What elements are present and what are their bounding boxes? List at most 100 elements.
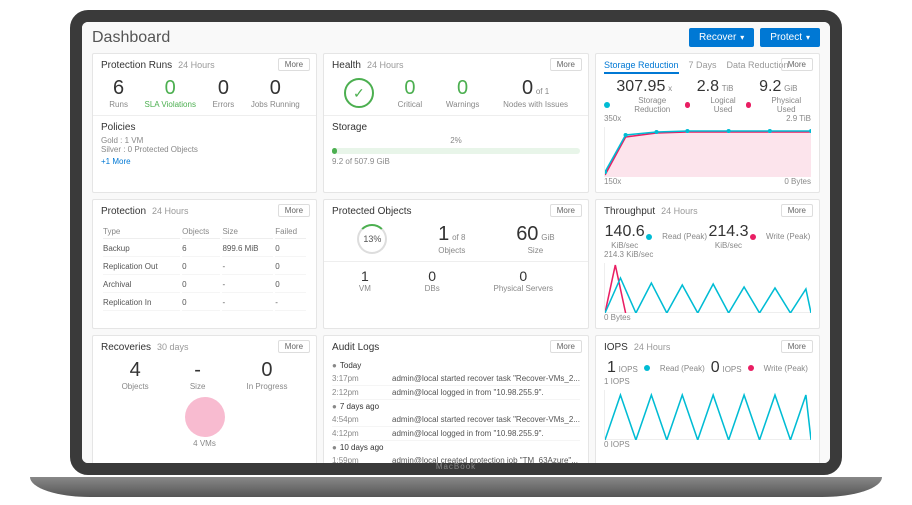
- protected-objects-card: More Protected Objects 13% 1 of 8Objects…: [323, 199, 589, 329]
- y-right-min: 0 Bytes: [784, 177, 811, 186]
- health-card: More Health 24 Hours ✓ 0Critical 0Warnin…: [323, 53, 589, 193]
- card-period: 24 Hours: [367, 60, 404, 70]
- more-button[interactable]: More: [781, 340, 813, 353]
- check-icon: ✓: [344, 78, 374, 108]
- percent-ring-icon: 13%: [357, 224, 387, 254]
- write-legend: Write (Peak): [750, 223, 810, 250]
- protect-button[interactable]: Protect: [760, 28, 820, 47]
- protection-card: More Protection 24 Hours Type Objects Si…: [92, 199, 317, 329]
- more-policies-link[interactable]: +1 More: [101, 157, 308, 166]
- more-button[interactable]: More: [278, 340, 310, 353]
- card-title: Recoveries: [101, 342, 151, 353]
- log-group-label: ●Today: [332, 359, 580, 372]
- policies-title: Policies: [101, 122, 308, 133]
- log-row[interactable]: 3:17pmadmin@local started recover task "…: [332, 372, 580, 386]
- read-stat: 140.6KiB/sec: [605, 223, 645, 250]
- table-row: Archival0-0: [103, 277, 306, 293]
- log-row[interactable]: 4:12pmadmin@local logged in from "10.98.…: [332, 427, 580, 441]
- physical-servers-stat: 0Physical Servers: [493, 268, 553, 293]
- card-period: 30 days: [157, 342, 189, 352]
- more-button[interactable]: More: [550, 204, 582, 217]
- policy-gold: Gold : 1 VM: [101, 136, 308, 145]
- more-button[interactable]: More: [550, 340, 582, 353]
- db-stat: 0DBs: [425, 268, 440, 293]
- recover-button[interactable]: Recover: [689, 28, 754, 47]
- protection-table: Type Objects Size Failed Backup6899.6 Mi…: [101, 223, 308, 313]
- sla-stat: 0SLA Violations: [145, 77, 196, 109]
- card-period: 24 Hours: [178, 60, 215, 70]
- card-title: Health: [332, 60, 361, 71]
- recoveries-legend: 4 VMs: [101, 439, 308, 448]
- col-size: Size: [222, 225, 273, 239]
- y-min: 0 Bytes: [604, 313, 811, 322]
- critical-stat: 0Critical: [398, 77, 422, 109]
- card-title: Protection Runs: [101, 60, 172, 71]
- y-left-max: 350x: [604, 114, 621, 123]
- read-iops-stat: 1 IOPS: [607, 359, 638, 377]
- table-row: Replication Out0-0: [103, 259, 306, 275]
- iops-chart: [604, 390, 811, 440]
- y-left-min: 150x: [604, 177, 621, 186]
- more-button[interactable]: More: [550, 58, 582, 71]
- policy-silver: Silver : 0 Protected Objects: [101, 145, 308, 154]
- size-stat: 60 GiBSize: [516, 223, 554, 255]
- size-stat: -Size: [190, 359, 206, 391]
- storage-reduction-card: More Storage Reduction 7 Days Data Reduc…: [595, 53, 820, 193]
- audit-logs-card: More Audit Logs ●Today3:17pmadmin@local …: [323, 335, 589, 463]
- read-legend: Read (Peak): [646, 223, 707, 250]
- reduction-chart: [604, 127, 811, 177]
- log-group-label: ●10 days ago: [332, 441, 580, 454]
- physical-stat: 9.2 GiBPhysical Used: [746, 78, 811, 114]
- card-title: Protection: [101, 206, 146, 217]
- logical-stat: 2.8 TiBLogical Used: [685, 78, 746, 114]
- card-title: Audit Logs: [332, 342, 379, 353]
- write-legend: Write (Peak): [748, 359, 808, 377]
- page-title: Dashboard: [92, 29, 170, 47]
- warnings-stat: 0Warnings: [446, 77, 480, 109]
- throughput-card: More Throughput 24 Hours 140.6KiB/sec Re…: [595, 199, 820, 329]
- recoveries-pie-icon: [185, 397, 225, 437]
- nodes-stat: 0 of 1Nodes with Issues: [503, 77, 568, 109]
- progress-stat: 0In Progress: [247, 359, 288, 391]
- tab-data-reduction[interactable]: Data Reduction: [727, 60, 789, 74]
- more-button[interactable]: More: [781, 204, 813, 217]
- y-max: 214.3 KiB/sec: [604, 250, 811, 259]
- objects-stat: 4Objects: [122, 359, 149, 391]
- log-group-label: ●7 days ago: [332, 400, 580, 413]
- more-button[interactable]: More: [278, 204, 310, 217]
- card-period: 24 Hours: [152, 206, 189, 216]
- more-button[interactable]: More: [781, 58, 813, 71]
- more-button[interactable]: More: [278, 58, 310, 71]
- log-row[interactable]: 4:54pmadmin@local started recover task "…: [332, 413, 580, 427]
- card-title: Throughput: [604, 206, 655, 217]
- write-iops-stat: 0 IOPS: [711, 359, 742, 377]
- storage-title: Storage: [332, 122, 580, 133]
- col-type: Type: [103, 225, 180, 239]
- storage-pct: 2%: [332, 136, 580, 145]
- table-row: Backup6899.6 MiB0: [103, 241, 306, 257]
- throughput-chart: [604, 263, 811, 313]
- tab-storage-reduction[interactable]: Storage Reduction: [604, 60, 679, 74]
- page-header: Dashboard Recover Protect: [92, 28, 820, 47]
- tab-period: 7 Days: [689, 60, 717, 74]
- col-failed: Failed: [275, 225, 306, 239]
- storage-bar: [332, 148, 580, 154]
- card-title: Protected Objects: [332, 206, 411, 217]
- iops-card: More IOPS 24 Hours 1 IOPS Read (Peak) 0 …: [595, 335, 820, 463]
- read-legend: Read (Peak): [644, 359, 705, 377]
- log-row[interactable]: 2:12pmadmin@local logged in from "10.98.…: [332, 386, 580, 400]
- runs-stat: 6Runs: [109, 77, 128, 109]
- card-title: IOPS: [604, 342, 628, 353]
- table-row: Replication In0--: [103, 295, 306, 311]
- vm-stat: 1VM: [359, 268, 371, 293]
- write-stat: 214.3KiB/sec: [708, 223, 748, 250]
- y-right-max: 2.9 TiB: [786, 114, 811, 123]
- jobs-stat: 0Jobs Running: [251, 77, 300, 109]
- errors-stat: 0Errors: [213, 77, 235, 109]
- objects-stat: 1 of 8Objects: [438, 223, 465, 255]
- card-period: 24 Hours: [634, 342, 671, 352]
- protection-runs-card: More Protection Runs 24 Hours 6Runs 0SLA…: [92, 53, 317, 193]
- col-objects: Objects: [182, 225, 220, 239]
- recoveries-card: More Recoveries 30 days 4Objects -Size 0…: [92, 335, 317, 463]
- y-min: 0 IOPS: [604, 440, 811, 449]
